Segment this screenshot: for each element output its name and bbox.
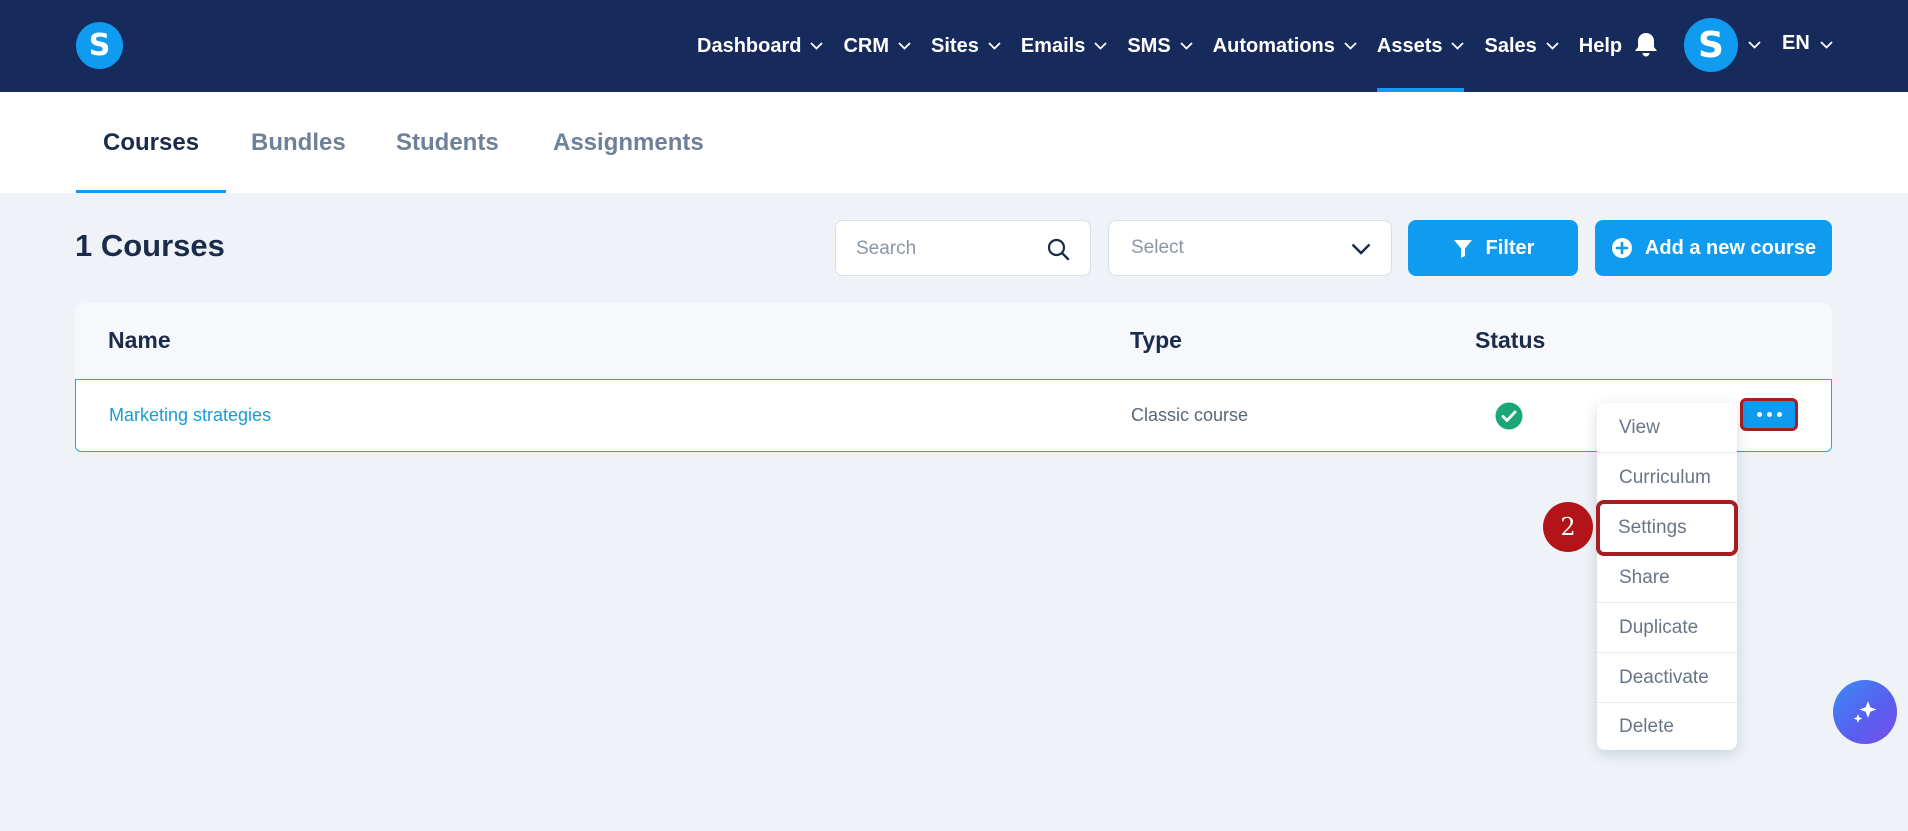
column-header-status: Status [1475,327,1546,353]
more-icon-dot [1776,412,1782,417]
nav-help[interactable]: Help [1579,0,1622,92]
sparkles-icon [1853,701,1877,723]
nav-label: Dashboard [697,34,802,57]
menu-item-settings[interactable]: Settings [1596,500,1738,556]
menu-item-curriculum[interactable]: Curriculum [1597,453,1737,503]
row-actions-menu: View Curriculum Settings Share Duplicate… [1596,403,1738,752]
course-name-link[interactable]: Marketing strategies [109,405,271,426]
more-icon-dot [1756,412,1762,417]
select-value: Select [1131,237,1184,258]
nav-label: Help [1578,34,1623,57]
avatar-letter: S [1698,24,1724,66]
menu-item-share[interactable]: Share [1597,553,1737,603]
chevron-down-icon [1351,243,1371,255]
page-title: 1 Courses [75,228,225,263]
more-actions-button[interactable] [1740,398,1798,431]
chevron-down-icon [810,42,824,50]
menu-item-view[interactable]: View [1597,403,1737,453]
avatar[interactable]: S [1684,18,1738,72]
chevron-down-icon [1451,42,1465,50]
language-selector[interactable]: EN [1782,32,1810,55]
nav-label: Sites [931,34,979,57]
search-icon[interactable] [1046,237,1070,261]
subtabs: Courses Bundles Students Assignments [0,92,1908,193]
nav-automations[interactable]: Automations [1213,0,1357,92]
plus-circle-icon [1611,238,1632,258]
chevron-down-icon [1180,42,1193,50]
chevron-down-icon [1344,42,1357,50]
table-header: Name Type Status [75,303,1832,379]
tab-students[interactable]: Students [396,92,499,193]
filter-label: Filter [1485,236,1535,259]
column-header-type: Type [1130,327,1182,353]
nav-label: Assets [1376,34,1443,57]
nav-label: Automations [1212,34,1335,57]
nav-label: Emails [1020,34,1086,57]
add-course-button[interactable]: Add a new course [1595,220,1832,276]
nav-crm[interactable]: CRM [843,0,911,92]
chevron-down-icon[interactable] [1748,41,1761,49]
column-header-name: Name [108,327,171,353]
table-row[interactable]: Marketing strategies Classic course [75,379,1832,452]
nav-label: SMS [1127,34,1171,57]
step-badge: 2 [1543,502,1593,552]
chevron-down-icon [1546,42,1559,50]
courses-table: Name Type Status Marketing strategies Cl… [75,303,1832,452]
nav-assets[interactable]: Assets [1376,0,1465,92]
top-navbar: S Dashboard CRM Sites Emails SMS Automat… [0,0,1908,92]
nav-emails[interactable]: Emails [1021,0,1107,92]
course-type: Classic course [1131,405,1249,425]
filter-icon [1453,240,1472,258]
main-nav: Dashboard CRM Sites Emails SMS Automatio… [697,0,1642,92]
tab-bundles[interactable]: Bundles [251,92,346,193]
search-box [835,220,1091,276]
nav-sms[interactable]: SMS [1127,0,1193,92]
nav-sales[interactable]: Sales [1484,0,1559,92]
menu-item-delete[interactable]: Delete [1597,702,1737,752]
nav-dashboard[interactable]: Dashboard [697,0,824,92]
chevron-down-icon [988,42,1001,50]
nav-label: Sales [1484,34,1537,57]
bell-icon[interactable] [1633,31,1659,59]
logo-letter: S [88,28,111,63]
chevron-down-icon [898,42,911,50]
check-circle-icon [1495,402,1523,430]
type-select[interactable]: Select [1108,220,1392,276]
chevron-down-icon[interactable] [1820,41,1833,49]
search-input[interactable] [856,235,1036,263]
tab-courses[interactable]: Courses [75,92,227,193]
menu-item-deactivate[interactable]: Deactivate [1597,653,1737,703]
more-icon-dot [1766,412,1772,417]
filter-button[interactable]: Filter [1408,220,1578,276]
menu-item-duplicate[interactable]: Duplicate [1597,603,1737,653]
add-course-label: Add a new course [1644,236,1817,259]
chevron-down-icon [1094,42,1107,50]
tab-assignments[interactable]: Assignments [553,92,704,193]
nav-label: CRM [843,34,890,57]
nav-sites[interactable]: Sites [931,0,1001,92]
logo[interactable]: S [76,22,123,69]
ai-assistant-button[interactable] [1833,680,1897,744]
